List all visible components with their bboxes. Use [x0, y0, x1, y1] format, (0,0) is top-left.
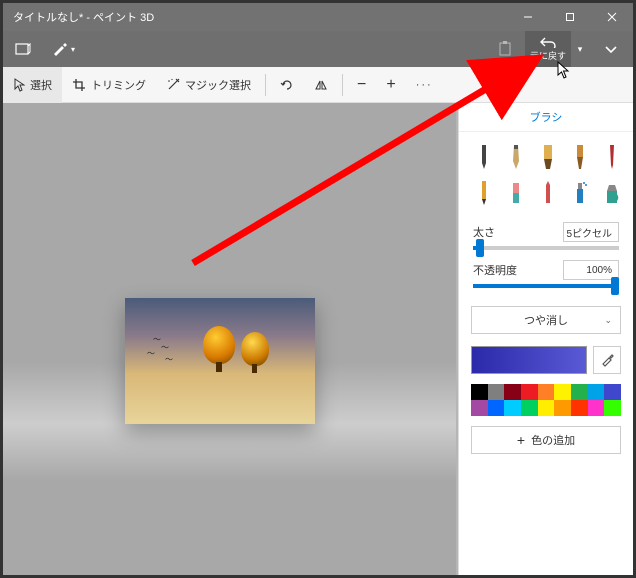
- brush-tool-grid: [459, 132, 633, 214]
- chevron-down-icon: ⌄: [604, 315, 612, 326]
- opacity-slider[interactable]: [473, 284, 619, 288]
- add-color-button[interactable]: + 色の追加: [471, 426, 621, 454]
- swatch[interactable]: [471, 384, 488, 400]
- title-bar: タイトルなし* - ペイント 3D: [3, 3, 633, 31]
- close-button[interactable]: [591, 3, 633, 31]
- brush-calligraphy[interactable]: [503, 142, 529, 172]
- brush-pencil[interactable]: [471, 178, 497, 208]
- brush-eraser[interactable]: [503, 178, 529, 208]
- swatch[interactable]: [488, 384, 505, 400]
- swatch[interactable]: [521, 384, 538, 400]
- flip-tool[interactable]: [304, 67, 338, 103]
- swatch[interactable]: [521, 400, 538, 416]
- material-dropdown[interactable]: つや消し ⌄: [471, 306, 621, 334]
- select-tool[interactable]: 選択: [3, 67, 62, 103]
- balloon-2: [241, 332, 269, 366]
- swatch[interactable]: [571, 400, 588, 416]
- swatch[interactable]: [604, 384, 621, 400]
- current-color[interactable]: [471, 346, 587, 374]
- swatch[interactable]: [488, 400, 505, 416]
- canvas-image[interactable]: 〜 〜 〜 〜: [125, 298, 315, 424]
- canvas-area[interactable]: 〜 〜 〜 〜: [3, 103, 456, 575]
- crop-icon: [72, 78, 86, 92]
- swatch[interactable]: [504, 400, 521, 416]
- magic-icon: [166, 78, 180, 92]
- more-tools[interactable]: ···: [406, 67, 443, 103]
- swatch[interactable]: [471, 400, 488, 416]
- swatch[interactable]: [604, 400, 621, 416]
- toolbar: 選択 トリミング マジック選択 − + ···: [3, 67, 633, 103]
- rotate-tool[interactable]: [270, 67, 304, 103]
- minimize-button[interactable]: [507, 3, 549, 31]
- brush-watercolor[interactable]: [567, 142, 593, 172]
- color-palette: [471, 384, 621, 416]
- pointer-icon: [13, 78, 25, 92]
- brush-pen[interactable]: [599, 142, 625, 172]
- balloon-1: [203, 326, 235, 364]
- expand-ribbon-button[interactable]: [589, 31, 633, 67]
- header-row: ▾ 元に戻す ▾: [3, 31, 633, 67]
- brush-preset-button[interactable]: ▾: [43, 31, 83, 67]
- swatch[interactable]: [538, 400, 555, 416]
- swatch[interactable]: [538, 384, 555, 400]
- menu-button[interactable]: [3, 31, 43, 67]
- brush-crayon[interactable]: [535, 178, 561, 208]
- brush-oil[interactable]: [535, 142, 561, 172]
- zoom-out[interactable]: −: [347, 67, 376, 103]
- panel-title: ブラシ: [459, 103, 633, 132]
- thickness-label: 太さ: [473, 224, 495, 240]
- paste-button[interactable]: [485, 31, 525, 67]
- brush-fill[interactable]: [599, 178, 625, 208]
- undo-button[interactable]: 元に戻す: [525, 31, 571, 67]
- window-title: タイトルなし* - ペイント 3D: [13, 9, 154, 25]
- plus-icon: +: [517, 432, 525, 448]
- brush-spray[interactable]: [567, 178, 593, 208]
- swatch[interactable]: [571, 384, 588, 400]
- undo-label: 元に戻す: [530, 49, 566, 62]
- opacity-label: 不透明度: [473, 262, 517, 278]
- magic-select-tool[interactable]: マジック選択: [156, 67, 261, 103]
- crop-tool[interactable]: トリミング: [62, 67, 156, 103]
- undo-dropdown[interactable]: ▾: [571, 31, 589, 67]
- maximize-button[interactable]: [549, 3, 591, 31]
- thickness-slider[interactable]: [473, 246, 619, 250]
- zoom-in[interactable]: +: [376, 67, 405, 103]
- swatch[interactable]: [504, 384, 521, 400]
- swatch[interactable]: [588, 384, 605, 400]
- swatch[interactable]: [554, 400, 571, 416]
- thickness-value[interactable]: 5ピクセル: [563, 222, 619, 242]
- swatch[interactable]: [554, 384, 571, 400]
- swatch[interactable]: [588, 400, 605, 416]
- brush-marker[interactable]: [471, 142, 497, 172]
- brush-panel: ブラシ 太さ 5ピクセル: [458, 103, 633, 575]
- eyedropper-button[interactable]: [593, 346, 621, 374]
